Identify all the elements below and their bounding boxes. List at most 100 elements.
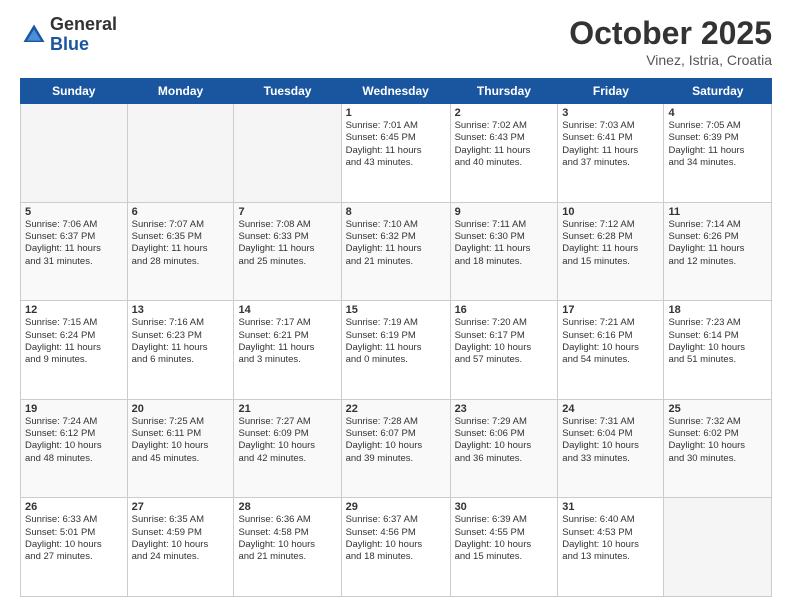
week-row-0: 1Sunrise: 7:01 AMSunset: 6:45 PMDaylight… bbox=[21, 104, 772, 203]
day-info: Sunrise: 6:33 AMSunset: 5:01 PMDaylight:… bbox=[25, 514, 123, 563]
day-info: Sunrise: 6:37 AMSunset: 4:56 PMDaylight:… bbox=[346, 514, 446, 563]
col-saturday: Saturday bbox=[664, 79, 772, 104]
day-info: Sunrise: 6:36 AMSunset: 4:58 PMDaylight:… bbox=[238, 514, 336, 563]
day-number: 25 bbox=[668, 403, 767, 415]
day-info: Sunrise: 7:29 AMSunset: 6:06 PMDaylight:… bbox=[455, 416, 554, 465]
day-info: Sunrise: 7:21 AMSunset: 6:16 PMDaylight:… bbox=[562, 317, 659, 366]
week-row-2: 12Sunrise: 7:15 AMSunset: 6:24 PMDayligh… bbox=[21, 301, 772, 400]
calendar-cell: 9Sunrise: 7:11 AMSunset: 6:30 PMDaylight… bbox=[450, 202, 558, 301]
day-info: Sunrise: 7:15 AMSunset: 6:24 PMDaylight:… bbox=[25, 317, 123, 366]
calendar-cell: 4Sunrise: 7:05 AMSunset: 6:39 PMDaylight… bbox=[664, 104, 772, 203]
calendar-cell: 27Sunrise: 6:35 AMSunset: 4:59 PMDayligh… bbox=[127, 498, 234, 597]
day-number: 17 bbox=[562, 304, 659, 316]
calendar-cell bbox=[21, 104, 128, 203]
day-number: 27 bbox=[132, 501, 230, 513]
col-wednesday: Wednesday bbox=[341, 79, 450, 104]
calendar-cell: 19Sunrise: 7:24 AMSunset: 6:12 PMDayligh… bbox=[21, 399, 128, 498]
calendar-cell: 6Sunrise: 7:07 AMSunset: 6:35 PMDaylight… bbox=[127, 202, 234, 301]
calendar-body: 1Sunrise: 7:01 AMSunset: 6:45 PMDaylight… bbox=[21, 104, 772, 597]
calendar-cell: 21Sunrise: 7:27 AMSunset: 6:09 PMDayligh… bbox=[234, 399, 341, 498]
calendar-cell: 29Sunrise: 6:37 AMSunset: 4:56 PMDayligh… bbox=[341, 498, 450, 597]
col-thursday: Thursday bbox=[450, 79, 558, 104]
day-number: 26 bbox=[25, 501, 123, 513]
calendar-cell: 31Sunrise: 6:40 AMSunset: 4:53 PMDayligh… bbox=[558, 498, 664, 597]
day-info: Sunrise: 7:07 AMSunset: 6:35 PMDaylight:… bbox=[132, 219, 230, 268]
month-title: October 2025 bbox=[569, 15, 772, 52]
day-number: 1 bbox=[346, 107, 446, 119]
calendar-cell: 10Sunrise: 7:12 AMSunset: 6:28 PMDayligh… bbox=[558, 202, 664, 301]
location: Vinez, Istria, Croatia bbox=[569, 52, 772, 68]
day-number: 21 bbox=[238, 403, 336, 415]
day-info: Sunrise: 7:28 AMSunset: 6:07 PMDaylight:… bbox=[346, 416, 446, 465]
day-number: 12 bbox=[25, 304, 123, 316]
calendar-cell: 14Sunrise: 7:17 AMSunset: 6:21 PMDayligh… bbox=[234, 301, 341, 400]
calendar-cell bbox=[127, 104, 234, 203]
col-tuesday: Tuesday bbox=[234, 79, 341, 104]
day-info: Sunrise: 6:40 AMSunset: 4:53 PMDaylight:… bbox=[562, 514, 659, 563]
day-info: Sunrise: 7:08 AMSunset: 6:33 PMDaylight:… bbox=[238, 219, 336, 268]
col-friday: Friday bbox=[558, 79, 664, 104]
day-info: Sunrise: 7:02 AMSunset: 6:43 PMDaylight:… bbox=[455, 120, 554, 169]
day-number: 4 bbox=[668, 107, 767, 119]
calendar-cell: 20Sunrise: 7:25 AMSunset: 6:11 PMDayligh… bbox=[127, 399, 234, 498]
day-info: Sunrise: 7:17 AMSunset: 6:21 PMDaylight:… bbox=[238, 317, 336, 366]
day-number: 22 bbox=[346, 403, 446, 415]
calendar-cell: 23Sunrise: 7:29 AMSunset: 6:06 PMDayligh… bbox=[450, 399, 558, 498]
day-info: Sunrise: 6:39 AMSunset: 4:55 PMDaylight:… bbox=[455, 514, 554, 563]
day-info: Sunrise: 7:16 AMSunset: 6:23 PMDaylight:… bbox=[132, 317, 230, 366]
day-number: 24 bbox=[562, 403, 659, 415]
day-number: 6 bbox=[132, 206, 230, 218]
calendar-cell: 15Sunrise: 7:19 AMSunset: 6:19 PMDayligh… bbox=[341, 301, 450, 400]
day-number: 2 bbox=[455, 107, 554, 119]
day-info: Sunrise: 7:01 AMSunset: 6:45 PMDaylight:… bbox=[346, 120, 446, 169]
day-info: Sunrise: 7:23 AMSunset: 6:14 PMDaylight:… bbox=[668, 317, 767, 366]
day-number: 7 bbox=[238, 206, 336, 218]
day-number: 19 bbox=[25, 403, 123, 415]
calendar-header: Sunday Monday Tuesday Wednesday Thursday… bbox=[21, 79, 772, 104]
calendar-cell: 13Sunrise: 7:16 AMSunset: 6:23 PMDayligh… bbox=[127, 301, 234, 400]
day-number: 9 bbox=[455, 206, 554, 218]
calendar-cell: 8Sunrise: 7:10 AMSunset: 6:32 PMDaylight… bbox=[341, 202, 450, 301]
calendar-cell bbox=[664, 498, 772, 597]
calendar-cell: 26Sunrise: 6:33 AMSunset: 5:01 PMDayligh… bbox=[21, 498, 128, 597]
page: General Blue October 2025 Vinez, Istria,… bbox=[0, 0, 792, 612]
calendar-cell: 12Sunrise: 7:15 AMSunset: 6:24 PMDayligh… bbox=[21, 301, 128, 400]
logo: General Blue bbox=[20, 15, 117, 55]
day-info: Sunrise: 7:32 AMSunset: 6:02 PMDaylight:… bbox=[668, 416, 767, 465]
calendar-cell: 1Sunrise: 7:01 AMSunset: 6:45 PMDaylight… bbox=[341, 104, 450, 203]
day-info: Sunrise: 7:19 AMSunset: 6:19 PMDaylight:… bbox=[346, 317, 446, 366]
title-area: October 2025 Vinez, Istria, Croatia bbox=[569, 15, 772, 68]
day-info: Sunrise: 7:11 AMSunset: 6:30 PMDaylight:… bbox=[455, 219, 554, 268]
day-number: 8 bbox=[346, 206, 446, 218]
day-info: Sunrise: 7:05 AMSunset: 6:39 PMDaylight:… bbox=[668, 120, 767, 169]
calendar-cell: 16Sunrise: 7:20 AMSunset: 6:17 PMDayligh… bbox=[450, 301, 558, 400]
week-row-4: 26Sunrise: 6:33 AMSunset: 5:01 PMDayligh… bbox=[21, 498, 772, 597]
day-info: Sunrise: 7:12 AMSunset: 6:28 PMDaylight:… bbox=[562, 219, 659, 268]
week-row-3: 19Sunrise: 7:24 AMSunset: 6:12 PMDayligh… bbox=[21, 399, 772, 498]
day-info: Sunrise: 6:35 AMSunset: 4:59 PMDaylight:… bbox=[132, 514, 230, 563]
day-number: 28 bbox=[238, 501, 336, 513]
header: General Blue October 2025 Vinez, Istria,… bbox=[20, 15, 772, 68]
calendar-cell: 25Sunrise: 7:32 AMSunset: 6:02 PMDayligh… bbox=[664, 399, 772, 498]
day-info: Sunrise: 7:24 AMSunset: 6:12 PMDaylight:… bbox=[25, 416, 123, 465]
day-info: Sunrise: 7:20 AMSunset: 6:17 PMDaylight:… bbox=[455, 317, 554, 366]
calendar-cell: 7Sunrise: 7:08 AMSunset: 6:33 PMDaylight… bbox=[234, 202, 341, 301]
logo-icon bbox=[20, 21, 48, 49]
calendar-cell: 24Sunrise: 7:31 AMSunset: 6:04 PMDayligh… bbox=[558, 399, 664, 498]
day-number: 18 bbox=[668, 304, 767, 316]
col-monday: Monday bbox=[127, 79, 234, 104]
day-number: 29 bbox=[346, 501, 446, 513]
col-sunday: Sunday bbox=[21, 79, 128, 104]
calendar-cell: 18Sunrise: 7:23 AMSunset: 6:14 PMDayligh… bbox=[664, 301, 772, 400]
calendar-cell: 3Sunrise: 7:03 AMSunset: 6:41 PMDaylight… bbox=[558, 104, 664, 203]
day-number: 3 bbox=[562, 107, 659, 119]
day-info: Sunrise: 7:10 AMSunset: 6:32 PMDaylight:… bbox=[346, 219, 446, 268]
day-number: 5 bbox=[25, 206, 123, 218]
day-number: 14 bbox=[238, 304, 336, 316]
calendar-cell: 22Sunrise: 7:28 AMSunset: 6:07 PMDayligh… bbox=[341, 399, 450, 498]
calendar-cell bbox=[234, 104, 341, 203]
day-info: Sunrise: 7:14 AMSunset: 6:26 PMDaylight:… bbox=[668, 219, 767, 268]
day-number: 20 bbox=[132, 403, 230, 415]
calendar-cell: 5Sunrise: 7:06 AMSunset: 6:37 PMDaylight… bbox=[21, 202, 128, 301]
day-info: Sunrise: 7:27 AMSunset: 6:09 PMDaylight:… bbox=[238, 416, 336, 465]
